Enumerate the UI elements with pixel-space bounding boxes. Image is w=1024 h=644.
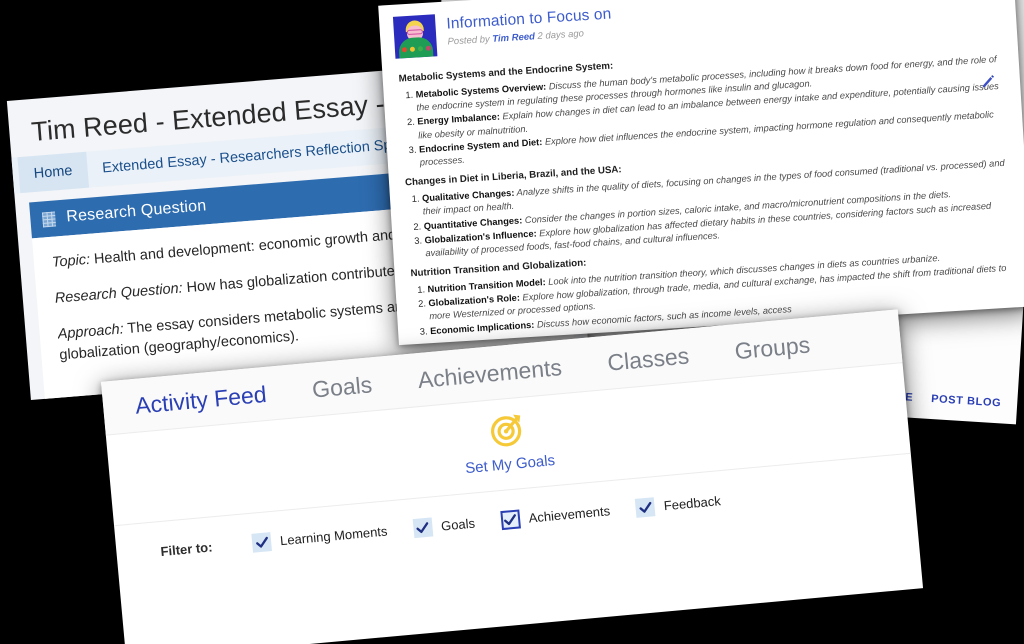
check-icon [504,513,517,525]
posted-time: 2 days ago [534,28,585,43]
target-icon [491,414,522,447]
filter-goals-label: Goals [440,515,476,534]
check-icon [639,501,652,513]
information-focus-card: Information to Focus on Posted by Tim Re… [378,0,1024,346]
filter-learning-moments-label: Learning Moments [279,523,389,549]
check-icon [416,521,429,533]
list-item-term: Energy Imbalance: [417,111,501,127]
field-research-question-label: Research Question: [54,280,184,307]
field-topic-label: Topic: [51,251,91,271]
information-card-header-text: Information to Focus on Posted by Tim Re… [446,4,613,48]
tab-achievements[interactable]: Achievements [417,354,563,394]
set-my-goals-label: Set My Goals [464,452,556,478]
filter-learning-moments[interactable]: Learning Moments [251,522,388,553]
checkbox-achievements[interactable] [499,509,521,531]
tab-groups[interactable]: Groups [734,331,812,365]
tab-activity-feed[interactable]: Activity Feed [134,381,268,420]
author-name: Tim Reed [492,31,536,45]
information-card-body: Metabolic Systems and the Endocrine Syst… [382,27,1024,340]
pencil-icon[interactable] [981,73,997,89]
grid-icon [41,210,57,227]
check-icon [255,536,268,548]
filter-goals[interactable]: Goals [412,514,476,539]
tab-goals[interactable]: Goals [311,371,373,403]
post-blog-button[interactable]: POST BLOG [931,393,1002,409]
screenshot-stage: ze. terns in these countries. habits. HI… [0,0,1024,644]
filter-achievements[interactable]: Achievements [499,501,611,531]
tab-classes[interactable]: Classes [606,342,690,376]
avatar-glasses-icon [406,29,424,36]
posted-by-prefix: Posted by [447,33,493,48]
checkbox-goals[interactable] [412,517,434,539]
avatar [392,14,438,59]
filter-feedback-label: Feedback [663,493,722,514]
filter-label: Filter to: [159,539,214,560]
field-approach-label: Approach: [57,321,125,343]
checkbox-feedback[interactable] [635,497,656,518]
filter-feedback[interactable]: Feedback [635,491,721,518]
nav-tab-home[interactable]: Home [17,151,89,194]
filter-achievements-label: Achievements [528,503,611,526]
checkbox-learning-moments[interactable] [251,532,272,553]
research-question-banner-title: Research Question [65,197,207,226]
